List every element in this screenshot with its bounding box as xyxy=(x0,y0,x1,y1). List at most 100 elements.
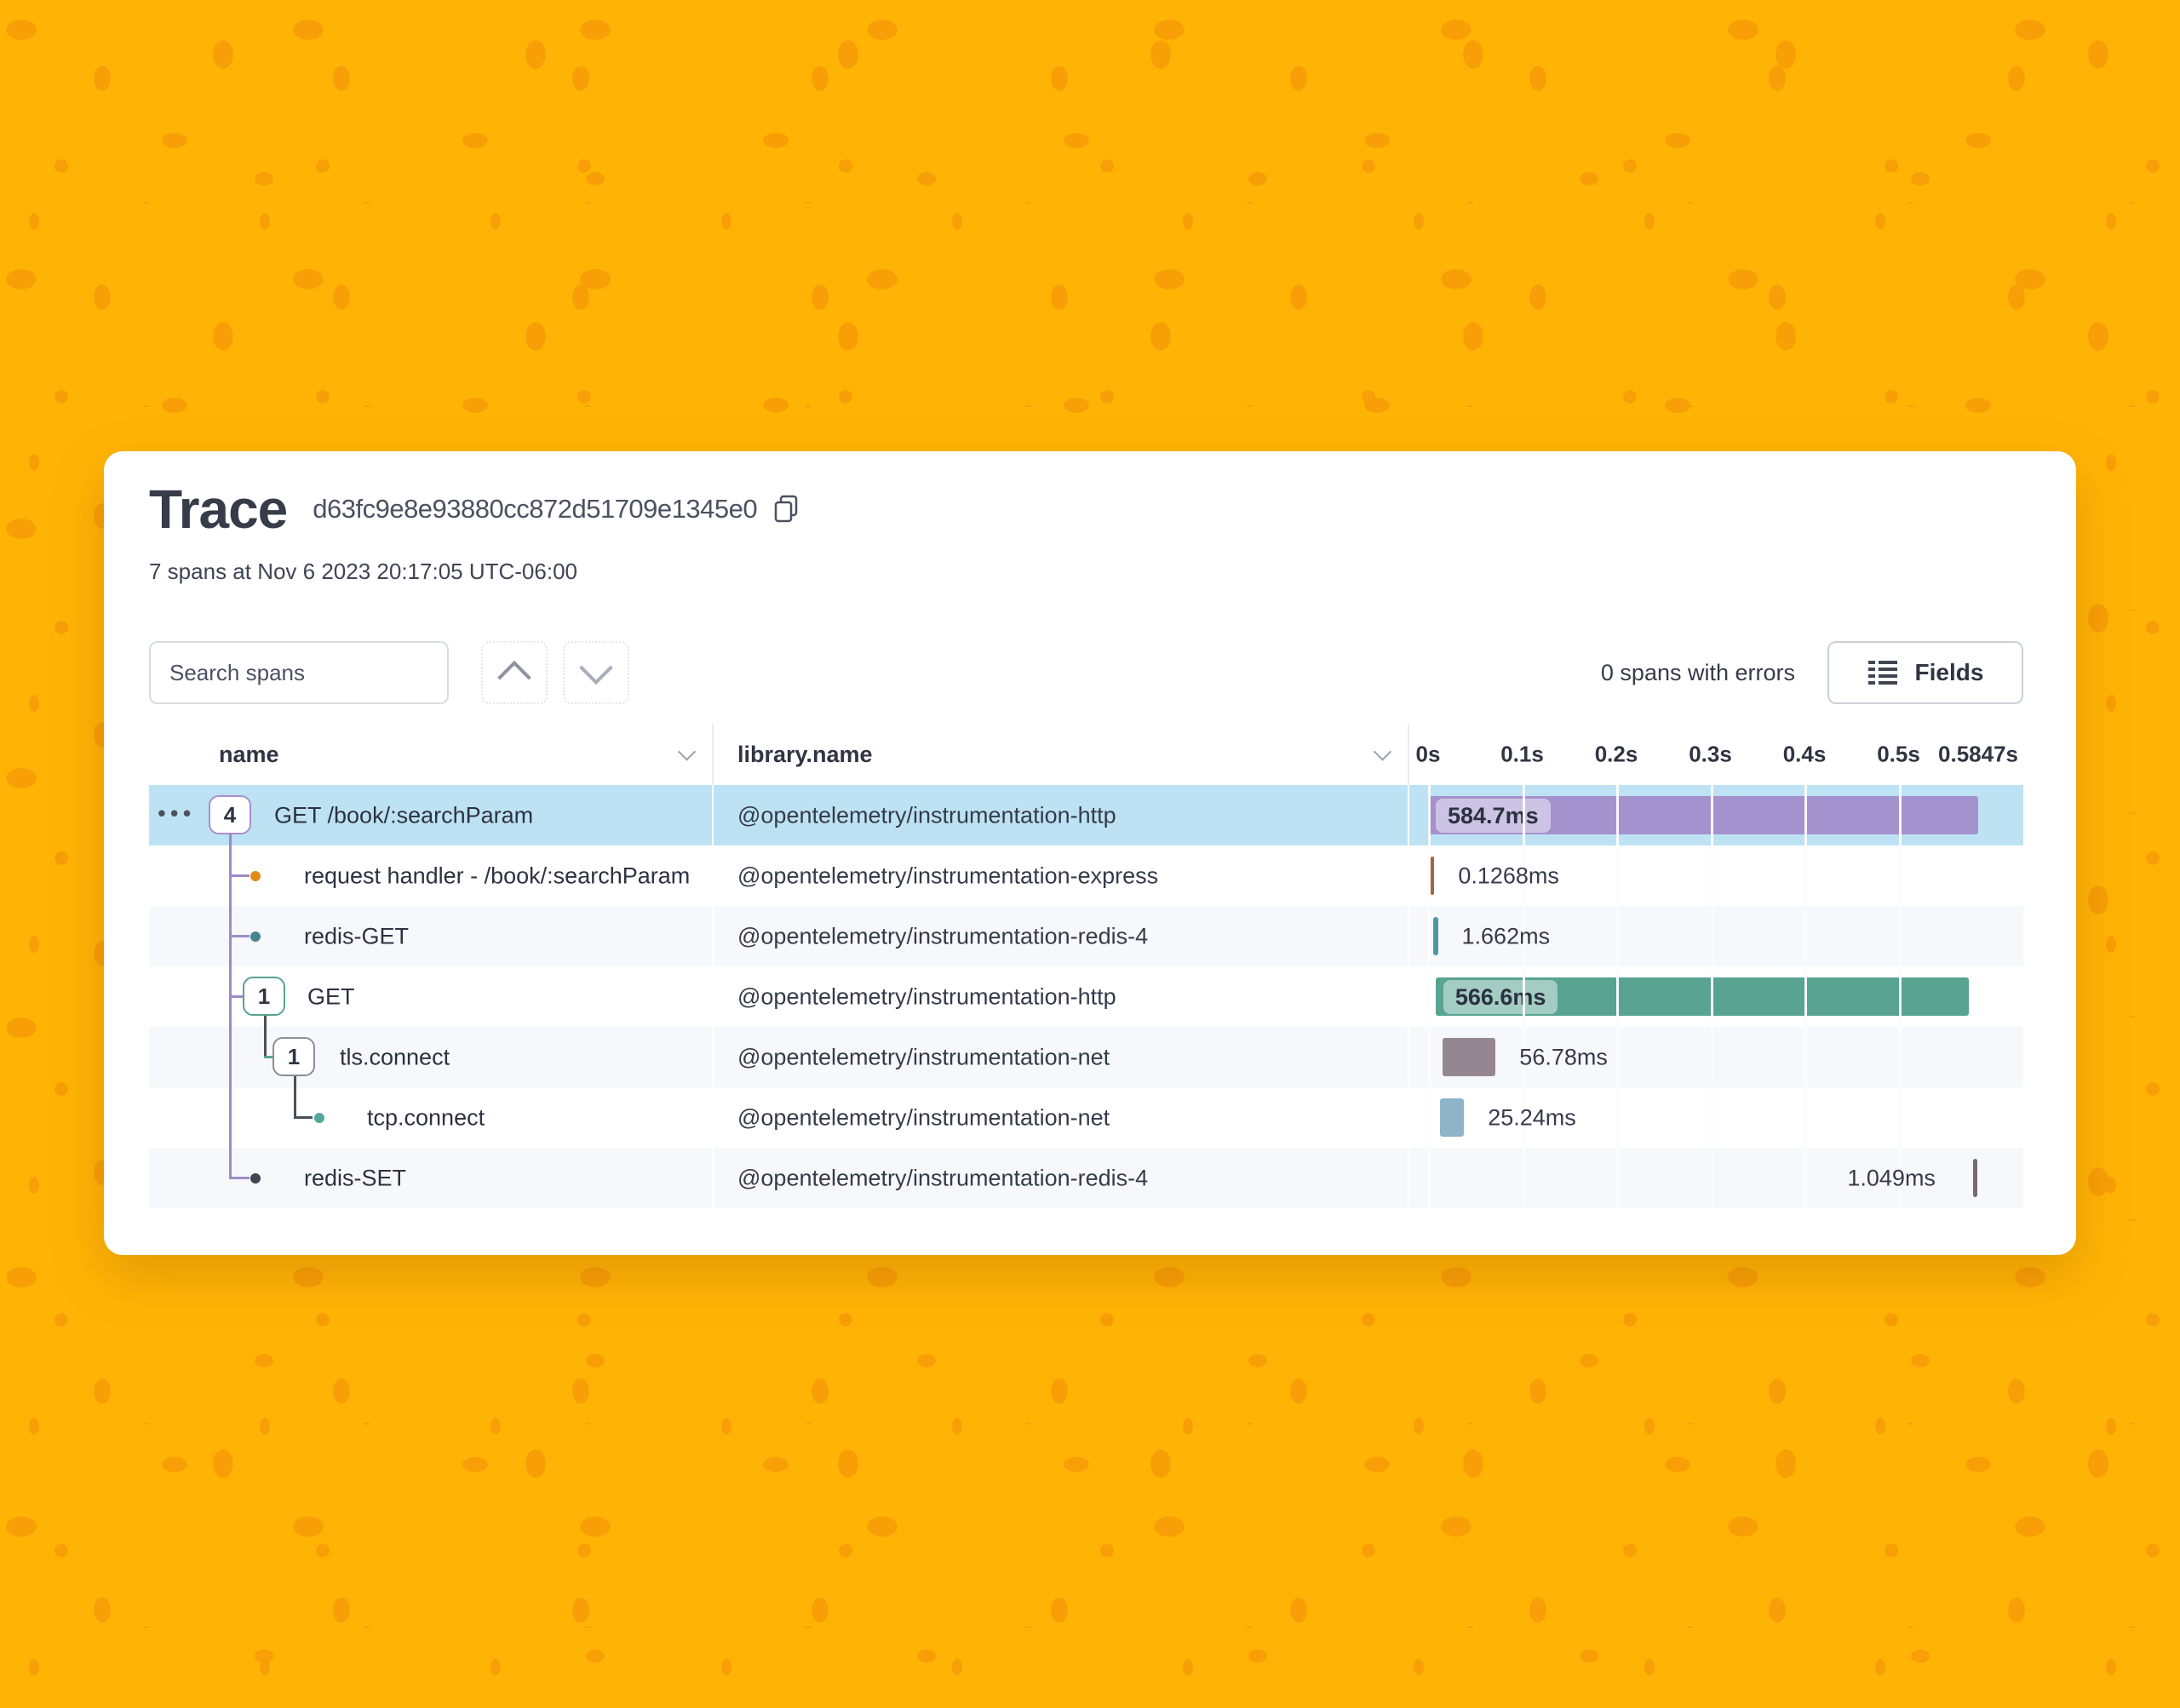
column-header-library[interactable]: library.name xyxy=(714,724,1409,785)
table-header: name library.name 0s 0.1s 0.2s 0.3s 0.4s… xyxy=(149,724,2023,785)
timeline-gridline xyxy=(1899,1027,1902,1087)
span-timeline: 1.662ms xyxy=(1409,906,2023,966)
span-timeline: 25.24ms xyxy=(1409,1087,2023,1148)
span-library: @opentelemetry/instrumentation-http xyxy=(737,802,1116,828)
span-kind-dot xyxy=(250,1173,261,1184)
axis-tick: 0.5s xyxy=(1877,742,1920,768)
axis-tick: 0.4s xyxy=(1783,742,1827,768)
timeline-gridline xyxy=(1804,845,1807,906)
timeline-gridline xyxy=(1804,785,1807,845)
trace-subtitle: 7 spans at Nov 6 2023 20:17:05 UTC-06:00 xyxy=(149,559,2023,585)
chevron-down-icon[interactable] xyxy=(678,742,696,760)
span-row[interactable]: redis-SET @opentelemetry/instrumentation… xyxy=(149,1148,2023,1208)
next-match-button[interactable] xyxy=(563,641,629,704)
prev-match-button[interactable] xyxy=(481,641,548,704)
copy-icon[interactable] xyxy=(772,493,801,525)
span-duration-label: 1.049ms xyxy=(1847,1165,1936,1191)
timeline-gridline xyxy=(1804,1148,1807,1208)
timeline-gridline xyxy=(1804,906,1807,966)
span-name: tls.connect xyxy=(340,1044,450,1070)
timeline-gridline xyxy=(1899,845,1902,906)
timeline-gridline xyxy=(1616,966,1619,1027)
timeline-gridline xyxy=(1711,845,1713,906)
timeline-gridline xyxy=(1428,1087,1431,1148)
column-header-name[interactable]: name xyxy=(149,724,714,785)
trace-header: Trace d63fc9e8e93880cc872d51709e1345e0 xyxy=(149,451,2023,536)
timeline-gridline xyxy=(1899,966,1902,1027)
span-table: name library.name 0s 0.1s 0.2s 0.3s 0.4s… xyxy=(149,724,2023,1208)
span-duration-label: 0.1268ms xyxy=(1458,863,1559,889)
span-name: redis-GET xyxy=(304,923,409,949)
trace-id: d63fc9e8e93880cc872d51709e1345e0 xyxy=(313,494,757,524)
span-timeline: 56.78ms xyxy=(1409,1027,2023,1087)
timeline-gridline xyxy=(1428,845,1431,906)
span-duration-bar[interactable]: 584.7ms xyxy=(1428,796,1978,834)
span-children-badge[interactable]: 1 xyxy=(272,1037,315,1076)
span-duration-bar[interactable] xyxy=(1433,917,1438,955)
span-timeline: 584.7ms xyxy=(1409,785,2023,845)
span-duration-bar[interactable] xyxy=(1443,1038,1496,1076)
timeline-gridline xyxy=(1523,1148,1525,1208)
span-duration-label: 56.78ms xyxy=(1519,1044,1608,1070)
timeline-gridline xyxy=(1711,906,1713,966)
span-duration-bar[interactable] xyxy=(1440,1098,1464,1137)
span-row[interactable]: ••• 4 GET /book/:searchParam @openteleme… xyxy=(149,785,2023,845)
timeline-gridline xyxy=(1523,966,1525,1027)
span-library: @opentelemetry/instrumentation-http xyxy=(737,983,1116,1010)
axis-tick: 0.3s xyxy=(1689,742,1732,768)
timeline-gridline xyxy=(1616,845,1619,906)
timeline-gridline xyxy=(1616,1087,1619,1148)
timeline-gridline xyxy=(1428,785,1431,845)
axis-tick: 0.2s xyxy=(1595,742,1638,768)
span-row[interactable]: 1 tls.connect @opentelemetry/instrumenta… xyxy=(149,1027,2023,1087)
span-duration-bar[interactable]: 566.6ms xyxy=(1436,977,1969,1016)
timeline-gridline xyxy=(1616,1027,1619,1087)
timeline-gridline xyxy=(1899,785,1902,845)
span-row[interactable]: tcp.connect @opentelemetry/instrumentati… xyxy=(149,1087,2023,1148)
chevron-up-icon xyxy=(497,661,531,695)
field-list-icon xyxy=(1867,659,1898,686)
span-row[interactable]: request handler - /book/:searchParam @op… xyxy=(149,845,2023,906)
timeline-gridline xyxy=(1804,1087,1807,1148)
span-children-badge[interactable]: 1 xyxy=(243,977,285,1016)
search-input[interactable] xyxy=(149,641,449,704)
span-row[interactable]: redis-GET @opentelemetry/instrumentation… xyxy=(149,906,2023,966)
error-span-count: 0 spans with errors xyxy=(1601,660,1795,686)
fields-button[interactable]: Fields xyxy=(1827,641,2023,704)
span-library: @opentelemetry/instrumentation-express xyxy=(737,863,1158,889)
span-name: GET xyxy=(307,983,355,1010)
column-label: name xyxy=(149,742,279,768)
axis-end-tick: 0.5847s xyxy=(1938,742,2018,768)
span-duration-bar[interactable] xyxy=(1973,1159,1977,1197)
timeline-gridline xyxy=(1428,1027,1431,1087)
timeline-gridline xyxy=(1711,1087,1713,1148)
timeline-gridline xyxy=(1616,1148,1619,1208)
chevron-down-icon xyxy=(579,651,613,685)
timeline-gridline xyxy=(1428,1148,1431,1208)
span-name: redis-SET xyxy=(304,1165,406,1191)
span-library: @opentelemetry/instrumentation-net xyxy=(737,1104,1110,1131)
timeline-gridline xyxy=(1711,966,1713,1027)
trace-panel: Trace d63fc9e8e93880cc872d51709e1345e0 7… xyxy=(104,451,2076,1255)
span-duration-bar[interactable] xyxy=(1431,857,1434,895)
row-menu-icon[interactable]: ••• xyxy=(158,800,195,827)
timeline-axis: 0s 0.1s 0.2s 0.3s 0.4s 0.5s 0.5847s xyxy=(1409,724,2023,785)
timeline-gridline xyxy=(1899,906,1902,966)
axis-tick: 0s xyxy=(1416,742,1441,768)
timeline-gridline xyxy=(1428,906,1431,966)
timeline-gridline xyxy=(1899,1087,1902,1148)
span-library: @opentelemetry/instrumentation-redis-4 xyxy=(737,1165,1148,1191)
column-label: library.name xyxy=(714,742,873,768)
span-duration-chip: 584.7ms xyxy=(1436,799,1551,833)
timeline-gridline xyxy=(1428,966,1431,1027)
span-library: @opentelemetry/instrumentation-redis-4 xyxy=(737,923,1148,949)
span-row[interactable]: 1 GET @opentelemetry/instrumentation-htt… xyxy=(149,966,2023,1027)
span-duration-label: 25.24ms xyxy=(1488,1104,1576,1131)
chevron-down-icon[interactable] xyxy=(1374,742,1391,760)
span-duration-label: 1.662ms xyxy=(1462,923,1551,949)
span-timeline: 1.049ms xyxy=(1409,1148,2023,1208)
span-name: GET /book/:searchParam xyxy=(274,802,533,828)
span-kind-dot xyxy=(250,871,261,881)
span-children-badge[interactable]: 4 xyxy=(209,795,251,834)
timeline-gridline xyxy=(1523,785,1525,845)
